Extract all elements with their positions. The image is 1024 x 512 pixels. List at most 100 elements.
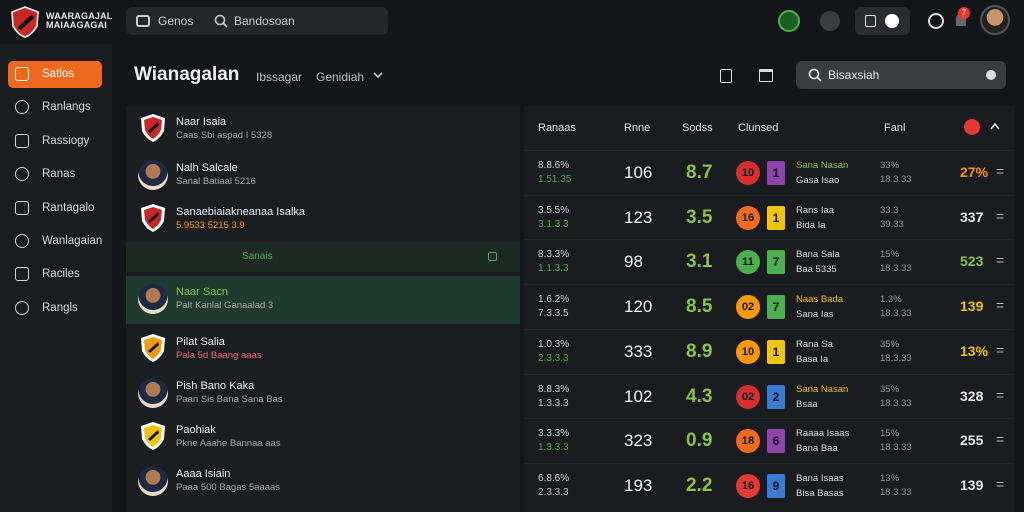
sidebar-item[interactable]: Raciles bbox=[8, 261, 102, 288]
list-item[interactable]: Nalh Salcale Sanal Batiaal 5216 bbox=[126, 152, 520, 196]
count-value: 323 bbox=[624, 431, 653, 451]
final-score: 13% bbox=[960, 342, 989, 359]
table-row[interactable]: 1.0.3% 2.3.3.3 333 8.9 10 1 Rana Sa Basa Ia 35% 1… bbox=[524, 328, 1014, 373]
sidebar-item[interactable]: Rassiogy bbox=[8, 128, 102, 155]
row-subtitle: Pala 5d Baang aaas bbox=[176, 350, 262, 361]
list-item[interactable]: Pilat Salia Pala 5d Baang aaas bbox=[126, 326, 520, 370]
rate-sub-value: 1.3.3.3 bbox=[538, 397, 569, 409]
search-tab-label: Genos bbox=[158, 14, 194, 28]
rank-circle-badge: 02 bbox=[736, 295, 760, 320]
section-header[interactable]: Sanais bbox=[126, 242, 520, 272]
position-square-badge: 7 bbox=[767, 295, 785, 320]
match-sub-label: Baa 5335 bbox=[796, 264, 837, 276]
column-header[interactable]: Rnne bbox=[624, 122, 650, 134]
match-label: Naas Bada bbox=[796, 294, 844, 306]
clock-icon bbox=[15, 133, 29, 148]
breadcrumb-item[interactable]: Ibssagar bbox=[256, 70, 302, 84]
score-value: 3.5 bbox=[686, 206, 713, 228]
table-row[interactable]: 3.3.3% 1.3.3.3 323 0.9 18 6 Raaaa Isaas Bana Ba… bbox=[524, 418, 1014, 462]
document-icon bbox=[15, 100, 29, 115]
user-avatar[interactable] bbox=[980, 5, 1010, 35]
list-item[interactable]: Naar Sacn Palt Kanlal Ganaalad 3 bbox=[126, 276, 520, 324]
list-item[interactable]: Sanaebiaiakneanaa Isalka 5.9533 5215 3.9 bbox=[126, 196, 520, 240]
rate-value: 1.6.2% bbox=[538, 294, 570, 306]
breadcrumb-dropdown[interactable]: Genidiah bbox=[316, 70, 364, 84]
row-menu-icon[interactable]: = bbox=[996, 431, 1004, 447]
sidebar-item[interactable]: Satlos bbox=[8, 61, 102, 88]
count-value: 102 bbox=[624, 386, 653, 406]
position-square-badge: 7 bbox=[767, 250, 785, 275]
sidebar-item[interactable]: Wanlagaian bbox=[8, 228, 102, 255]
row-subtitle: Pkne Aaahe Bannaa aas bbox=[176, 438, 281, 449]
sidebar-item-label: Wanlagaian bbox=[42, 235, 103, 247]
row-menu-icon[interactable]: = bbox=[996, 252, 1004, 268]
percent-value: 1.3% bbox=[880, 294, 902, 306]
row-menu-icon[interactable]: = bbox=[996, 208, 1004, 224]
match-label: Bana Sala bbox=[796, 249, 840, 261]
row-menu-icon[interactable]: = bbox=[996, 476, 1004, 492]
position-square-badge: 2 bbox=[767, 384, 785, 409]
rate-sub-value: 3.1.3.3 bbox=[538, 218, 569, 230]
row-subtitle: Paaa 500 Bagas 5aaaas bbox=[176, 482, 281, 493]
row-menu-icon[interactable]: = bbox=[996, 297, 1004, 313]
globe-icon[interactable] bbox=[820, 11, 840, 31]
rate-sub-value: 7.3.3.5 bbox=[538, 308, 569, 320]
gamepad-icon bbox=[136, 15, 150, 27]
percent-sub-value: 18.3.33 bbox=[880, 174, 912, 185]
column-header[interactable]: Fanl bbox=[884, 122, 905, 134]
table-row[interactable]: 8.8.6% 1.51.35 106 8.7 10 1 Sana Nasan Gasa Isa… bbox=[524, 150, 1014, 194]
row-title: Naar Isaia bbox=[176, 116, 227, 128]
row-menu-icon[interactable]: = bbox=[996, 387, 1004, 403]
status-online-icon[interactable] bbox=[778, 10, 800, 32]
player-avatar bbox=[138, 466, 168, 496]
chevron-down-icon[interactable] bbox=[373, 72, 383, 79]
percent-value: 33% bbox=[880, 160, 900, 171]
score-value: 3.1 bbox=[686, 251, 713, 273]
count-value: 123 bbox=[624, 207, 653, 227]
share-icon[interactable] bbox=[720, 69, 732, 83]
match-sub-label: Bisa Basas bbox=[796, 487, 844, 499]
table-row[interactable]: 1.6.2% 7.3.3.5 120 8.5 02 7 Naas Bada Sana Ias 1… bbox=[524, 284, 1014, 328]
sidebar-item-label: Ranlangs bbox=[42, 101, 91, 114]
sidebar-item[interactable]: Ranlangs bbox=[8, 94, 102, 121]
settings-gear-icon[interactable] bbox=[928, 13, 944, 29]
sidebar-item[interactable]: Ranas bbox=[8, 161, 102, 188]
list-item[interactable]: Naar Isaia Caas Sbi aspad I 5328 bbox=[126, 106, 520, 150]
match-label: Bana Isaas bbox=[796, 472, 844, 484]
clear-icon[interactable] bbox=[986, 70, 996, 80]
table-row[interactable]: 8.8.3% 1.3.3.3 102 4.3 02 2 Sana Nasan Bsaa 35% 1… bbox=[524, 373, 1014, 418]
list-item[interactable]: Aaaa Isiain Paaa 500 Bagas 5aaaas bbox=[126, 458, 520, 502]
table-row[interactable]: 8.3.3% 1.1.3.3 98 3.1 11 7 Bana Sala Baa 5335 15… bbox=[524, 239, 1014, 283]
rate-value: 3.3.3% bbox=[538, 428, 570, 440]
table-search-input[interactable]: Bisaxsiah bbox=[796, 61, 1006, 89]
row-menu-icon[interactable]: = bbox=[996, 342, 1004, 358]
list-item[interactable]: Paohiak Pkne Aaahe Bannaa aas bbox=[126, 414, 520, 458]
table-row[interactable]: 3.5.5% 3.1.3.3 123 3.5 16 1 Rans Iaa Bida Ia 33.… bbox=[524, 194, 1014, 239]
column-header[interactable]: Sodss bbox=[682, 122, 713, 134]
sort-icon[interactable] bbox=[990, 122, 1000, 131]
player-avatar bbox=[138, 284, 168, 314]
sidebar-item[interactable]: Rangls bbox=[8, 295, 102, 322]
list-item[interactable]: Pish Bano Kaka Paan Sis Bana Sana Bas bbox=[126, 370, 520, 414]
match-label: Sana Nasan bbox=[796, 160, 849, 171]
table-row[interactable]: 6.8.6% 2.3.3.3 193 2.2 16 9 Bana Isaas Bisa Bas… bbox=[524, 462, 1014, 507]
row-title: Nalh Salcale bbox=[176, 162, 238, 174]
alert-badge-icon[interactable] bbox=[964, 119, 980, 135]
score-value: 8.7 bbox=[686, 162, 713, 183]
row-title: Aaaa Isiain bbox=[176, 468, 231, 480]
final-score: 337 bbox=[960, 208, 984, 225]
row-title: Pilat Salia bbox=[176, 336, 225, 348]
position-square-badge: 6 bbox=[767, 429, 785, 454]
row-menu-icon[interactable]: = bbox=[996, 163, 1004, 179]
column-header[interactable]: Ranaas bbox=[538, 122, 576, 134]
collapse-icon[interactable] bbox=[488, 252, 497, 261]
search-icon bbox=[214, 14, 228, 28]
column-header[interactable]: Clunsed bbox=[738, 122, 778, 134]
sidebar-item[interactable]: Rantagalo bbox=[8, 195, 102, 222]
section-label: Sanais bbox=[242, 251, 273, 262]
global-search-bar[interactable]: Genos Bandosoan bbox=[126, 7, 388, 35]
score-value: 8.5 bbox=[686, 296, 713, 318]
position-square-badge: 1 bbox=[767, 339, 785, 364]
window-icon[interactable] bbox=[759, 69, 773, 82]
wallet-button[interactable] bbox=[855, 7, 910, 35]
